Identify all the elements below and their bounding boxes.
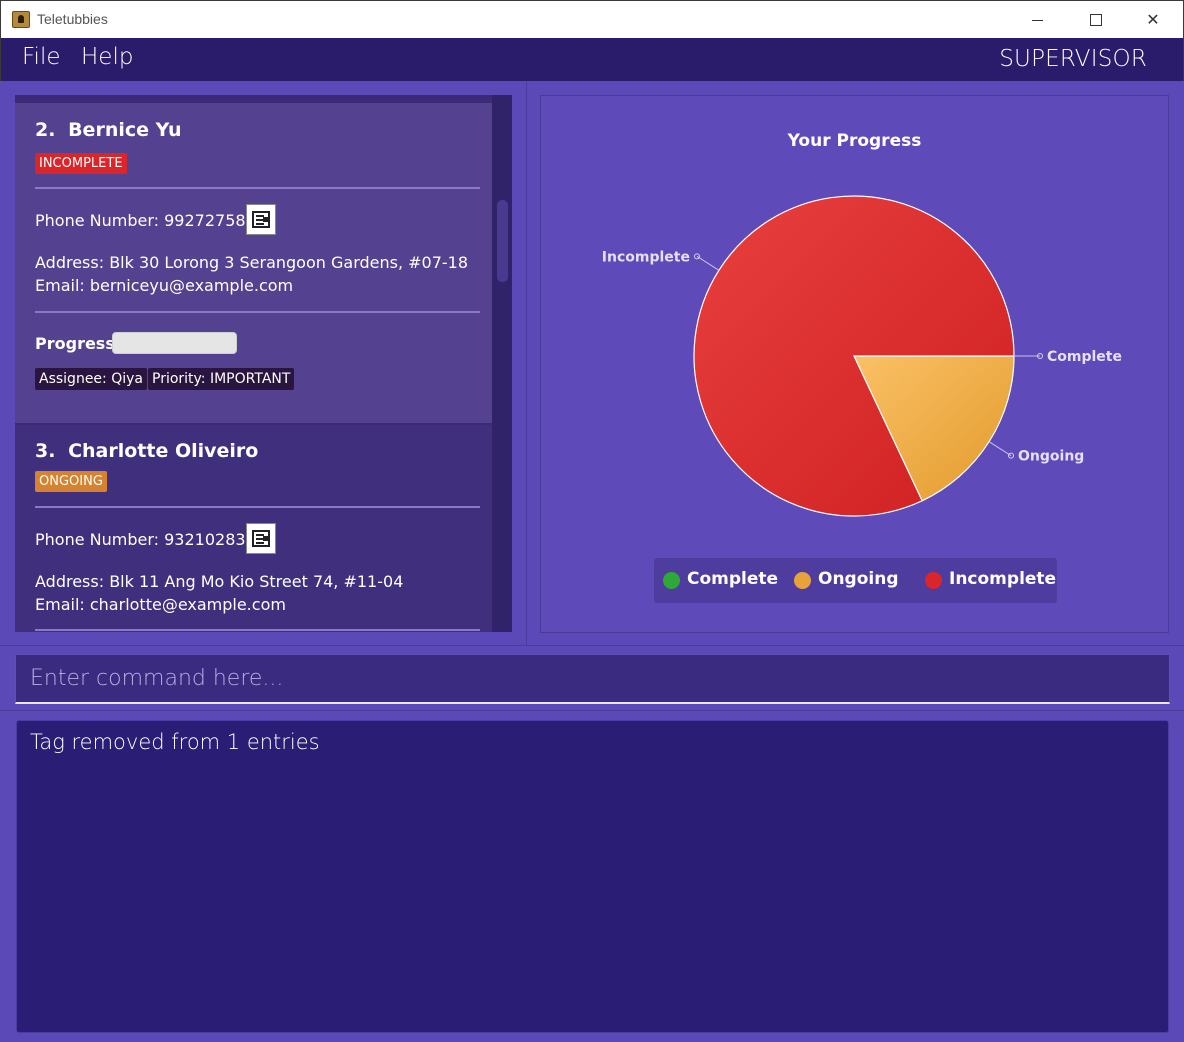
legend-dot-incomplete [925,572,942,589]
address: Address: Blk 30 Lorong 3 Serangoon Garde… [35,253,469,272]
chart-legend: Complete Ongoing Incomplete [654,558,1057,603]
pie-label-ongoing: Ongoing [1018,449,1084,465]
divider [35,629,480,631]
legend-dot-complete [663,572,680,589]
scrollbar-thumb[interactable] [497,200,508,282]
command-input[interactable] [16,655,1169,702]
progress-chart-panel: Your Progress Complete Ongoing Incomplete … [540,95,1169,633]
label-leader-ongoing [988,441,1012,457]
status-badge: ONGOING [35,471,107,492]
result-display: Tag removed from 1 entries [16,720,1169,1033]
horizontal-separator [0,645,1184,646]
email: Email: berniceyu@example.com [35,276,294,295]
close-icon[interactable]: ✕ [1124,1,1182,38]
horizontal-separator [0,710,1184,711]
pie-label-complete: Complete [1047,349,1122,365]
copy-phone-button[interactable] [246,523,276,554]
tag-assignee: Assignee: Qiya [35,368,147,390]
progress-label: Progress: [35,334,122,353]
progress-bar [112,332,237,354]
address: Address: Blk 11 Ang Mo Kio Street 74, #1… [35,572,404,591]
person-name-text: Bernice Yu [68,119,182,141]
menu-file[interactable]: File [22,44,61,70]
pie-chart: Complete Ongoing Incomplete [602,195,1122,517]
window-title: Teletubbies [37,11,108,27]
menu-bar: File Help SUPERVISOR [0,38,1184,81]
menu-help[interactable]: Help [81,44,133,70]
vertical-separator [526,82,527,645]
app-icon [12,11,30,28]
label-leader-incomplete [696,255,720,271]
divider [35,506,480,508]
role-label: SUPERVISOR [999,46,1147,72]
legend-dot-ongoing [794,572,811,589]
person-name: 2. Bernice Yu [35,119,182,141]
person-index: 3. [35,440,56,462]
copy-icon [252,530,270,547]
email: Email: charlotte@example.com [35,595,286,614]
pie-label-incomplete: Incomplete [602,249,690,265]
result-message: Tag removed from 1 entries [30,730,320,754]
scrollbar-track[interactable] [492,95,512,632]
copy-phone-button[interactable] [246,204,276,235]
legend-incomplete: Incomplete [949,569,1057,589]
legend-ongoing: Ongoing [818,569,899,589]
phone-number: Phone Number: 93210283 [35,530,246,549]
person-list-panel: 2. Bernice Yu INCOMPLETE Phone Number: 9… [15,95,512,632]
person-card[interactable]: 2. Bernice Yu INCOMPLETE Phone Number: 9… [15,103,492,423]
legend-complete: Complete [687,569,779,589]
person-name-text: Charlotte Oliveiro [68,440,259,462]
person-name: 3. Charlotte Oliveiro [35,440,258,462]
list-top-strip [15,95,492,101]
minimize-icon[interactable] [1008,1,1066,38]
status-badge: INCOMPLETE [35,153,127,174]
divider [35,311,480,313]
divider [35,187,480,189]
command-box [15,654,1170,704]
window-title-bar: Teletubbies ✕ [0,0,1184,38]
phone-number: Phone Number: 99272758 [35,211,246,230]
person-card[interactable]: 3. Charlotte Oliveiro ONGOING Phone Numb… [15,425,492,632]
copy-icon [252,211,270,228]
maximize-icon[interactable] [1066,1,1124,38]
person-index: 2. [35,119,56,141]
tag-priority: Priority: IMPORTANT [148,368,295,390]
